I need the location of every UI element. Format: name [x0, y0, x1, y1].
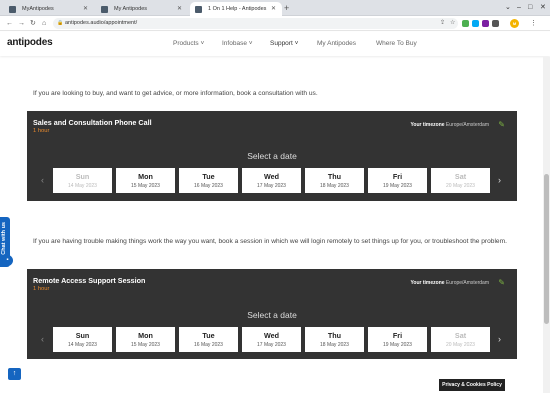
panel-duration: 1 hour [33, 286, 50, 292]
extension-icon[interactable] [462, 20, 469, 27]
nav-support[interactable]: Support ˅ [270, 40, 298, 47]
share-icon[interactable]: ⇪ [440, 18, 445, 29]
address-bar-row: ← → ↻ ⌂ 🔒 antipodes.audio/appointment/ ⇪… [0, 16, 550, 31]
date-option-sat: Sat 20 May 2023 [431, 327, 490, 352]
scrollbar-thumb[interactable] [544, 174, 549, 324]
select-date-label: Select a date [247, 310, 297, 320]
prev-week-arrow-icon[interactable]: ‹ [41, 334, 44, 344]
timezone-display: Your timezone Europe/Amsterdam [410, 280, 489, 286]
window-close-icon[interactable]: ✕ [540, 2, 546, 14]
chat-bubble-icon[interactable]: ▪ [2, 255, 13, 266]
date-option-fri[interactable]: Fri 19 May 2023 [368, 168, 427, 193]
edit-timezone-pencil-icon[interactable]: ✎ [498, 278, 505, 287]
close-icon[interactable]: ✕ [271, 2, 276, 16]
minimize-icon[interactable]: – [517, 2, 521, 14]
remote-support-panel: Remote Access Support Session 1 hour You… [27, 269, 517, 359]
next-week-arrow-icon[interactable]: › [498, 175, 501, 185]
chevron-down-icon[interactable]: ⌄ [505, 2, 511, 14]
reload-icon[interactable]: ↻ [30, 18, 36, 29]
nav-infobase[interactable]: Infobase ˅ [222, 40, 253, 47]
date-option-mon[interactable]: Mon 15 May 2023 [116, 327, 175, 352]
tab-my-antipodes[interactable]: My Antipodes ✕ [96, 2, 188, 16]
star-icon[interactable]: ☆ [450, 18, 455, 29]
close-icon[interactable]: ✕ [83, 2, 88, 16]
favicon-icon [195, 6, 202, 13]
site-header: antipodes Products ˅ Infobase ˅ Support … [0, 32, 550, 56]
date-option-mon[interactable]: Mon 15 May 2023 [116, 168, 175, 193]
date-option-thu[interactable]: Thu 18 May 2023 [305, 168, 364, 193]
sales-call-panel: Sales and Consultation Phone Call 1 hour… [27, 111, 517, 201]
extension-icon[interactable] [472, 20, 479, 27]
tab-myantipodes[interactable]: MyAntipodes ✕ [4, 2, 94, 16]
date-picker-row: Sun 14 May 2023 Mon 15 May 2023 Tue 16 May … [53, 168, 491, 193]
sales-intro-text: If you are looking to buy, and want to g… [33, 90, 318, 97]
date-option-tue[interactable]: Tue 16 May 2023 [179, 327, 238, 352]
date-option-thu[interactable]: Thu 18 May 2023 [305, 327, 364, 352]
panel-title: Remote Access Support Session [33, 276, 146, 285]
select-date-label: Select a date [247, 151, 297, 161]
panel-title: Sales and Consultation Phone Call [33, 118, 152, 127]
timezone-display: Your timezone Europe/Amsterdam [410, 122, 489, 128]
remote-intro-text: If you are having trouble making things … [33, 238, 507, 245]
date-option-tue[interactable]: Tue 16 May 2023 [179, 168, 238, 193]
favicon-icon [101, 6, 108, 13]
lock-icon: 🔒 [57, 20, 64, 26]
back-arrow-icon[interactable]: ← [6, 18, 13, 29]
next-week-arrow-icon[interactable]: › [498, 334, 501, 344]
date-option-sat: Sat 20 May 2023 [431, 168, 490, 193]
date-picker-row: Sun 14 May 2023 Mon 15 May 2023 Tue 16 May … [53, 327, 491, 352]
prev-week-arrow-icon[interactable]: ‹ [41, 175, 44, 185]
menu-dots-icon[interactable]: ⋮ [530, 18, 537, 29]
scroll-to-top-button[interactable]: ↑ [8, 368, 21, 380]
panel-duration: 1 hour [33, 128, 50, 134]
home-icon[interactable]: ⌂ [42, 18, 46, 29]
url-input[interactable]: 🔒 antipodes.audio/appointment/ [53, 18, 458, 29]
nav-where-to-buy[interactable]: Where To Buy [376, 40, 417, 47]
privacy-cookies-button[interactable]: Privacy & Cookies Policy [439, 379, 505, 391]
maximize-icon[interactable]: □ [528, 2, 532, 14]
date-option-sun: Sun 14 May 2023 [53, 168, 112, 193]
puzzle-icon[interactable] [492, 20, 499, 27]
date-option-wed[interactable]: Wed 17 May 2023 [242, 327, 301, 352]
nav-products[interactable]: Products ˅ [173, 40, 204, 47]
date-option-fri[interactable]: Fri 19 May 2023 [368, 327, 427, 352]
new-tab-plus-icon[interactable]: + [284, 2, 289, 14]
tab-1on1-help[interactable]: 1 On 1 Help - Antipodes ✕ [190, 2, 282, 16]
date-option-sun[interactable]: Sun 14 May 2023 [53, 327, 112, 352]
avatar[interactable]: M [510, 19, 519, 28]
browser-tab-bar: MyAntipodes ✕ My Antipodes ✕ 1 On 1 Help… [0, 0, 550, 16]
forward-arrow-icon[interactable]: → [18, 18, 25, 29]
nav-my-antipodes[interactable]: My Antipodes [317, 40, 356, 47]
edit-timezone-pencil-icon[interactable]: ✎ [498, 120, 505, 129]
antipodes-logo[interactable]: antipodes [7, 37, 53, 48]
date-option-wed[interactable]: Wed 17 May 2023 [242, 168, 301, 193]
close-icon[interactable]: ✕ [177, 2, 182, 16]
extension-icon[interactable] [482, 20, 489, 27]
scrollbar[interactable] [543, 57, 550, 393]
favicon-icon [9, 6, 16, 13]
